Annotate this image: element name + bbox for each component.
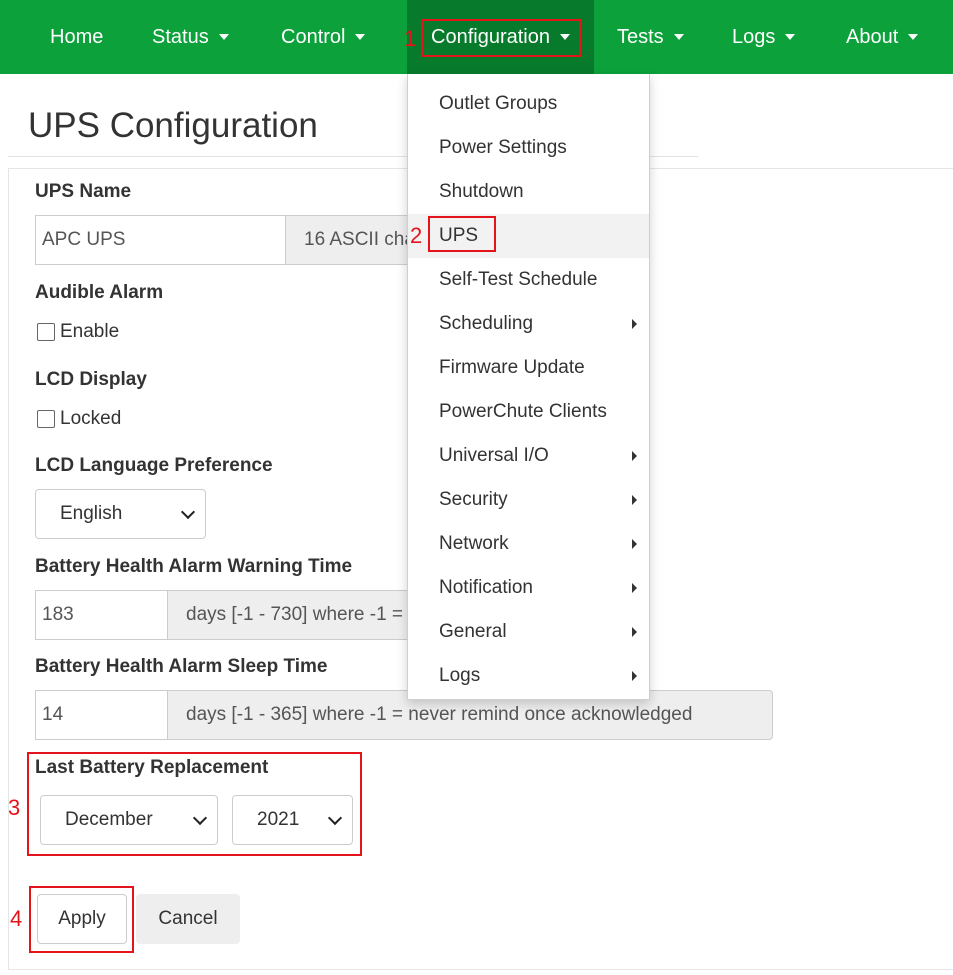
caret-down-icon xyxy=(355,34,366,40)
audible-alarm-checkbox[interactable]: Enable xyxy=(37,321,119,343)
warning-time-hint: days [-1 - 730] where -1 = never remind … xyxy=(167,590,410,640)
caret-right-icon xyxy=(632,627,637,637)
menu-item-label: Universal I/O xyxy=(439,445,549,466)
highlight-box-configuration xyxy=(421,19,581,57)
ups-name-hint: 16 ASCII characters max xyxy=(285,215,410,265)
caret-down-icon xyxy=(785,34,796,40)
apply-button[interactable]: Apply xyxy=(37,894,127,944)
lcd-locked-label: Locked xyxy=(60,408,122,429)
menu-item-label: Self-Test Schedule xyxy=(439,269,598,290)
caret-right-icon xyxy=(632,539,637,549)
chevron-down-icon xyxy=(192,810,208,826)
lcd-language-value: English xyxy=(60,503,123,524)
nav-control-label: Control xyxy=(281,25,346,48)
caret-down-icon xyxy=(218,34,229,40)
nav-home-label: Home xyxy=(50,25,104,48)
menu-item-label: Shutdown xyxy=(439,181,524,202)
cancel-button[interactable]: Cancel xyxy=(136,894,240,944)
menu-item-label: General xyxy=(439,621,507,642)
menu-item-shutdown[interactable]: Shutdown xyxy=(408,170,649,214)
annotation-2: 2 xyxy=(410,223,423,248)
menu-item-firmware-update[interactable]: Firmware Update xyxy=(408,346,649,390)
highlight-box-ups xyxy=(428,216,496,252)
last-replacement-label: Last Battery Replacement xyxy=(35,757,269,778)
ups-name-label: UPS Name xyxy=(35,181,132,202)
lcd-display-label: LCD Display xyxy=(35,369,147,390)
menu-item-scheduling[interactable]: Scheduling xyxy=(408,302,649,346)
audible-alarm-enable-label: Enable xyxy=(60,321,120,342)
menu-item-network[interactable]: Network xyxy=(408,522,649,566)
menu-item-label: Outlet Groups xyxy=(439,93,558,114)
annotation-4: 4 xyxy=(10,906,23,931)
menu-item-power-settings[interactable]: Power Settings xyxy=(408,126,649,170)
menu-item-label: Notification xyxy=(439,577,533,598)
warning-time-input[interactable]: 183 xyxy=(35,590,168,640)
nav-about-label: About xyxy=(846,25,899,48)
caret-right-icon xyxy=(632,451,637,461)
nav-tests-label: Tests xyxy=(617,25,664,48)
menu-item-self-test-schedule[interactable]: Self-Test Schedule xyxy=(408,258,649,302)
menu-item-label: Firmware Update xyxy=(439,357,585,378)
menu-item-label: Security xyxy=(439,489,508,510)
configuration-dropdown-menu: Outlet Groups Power Settings Shutdown UPS Se… xyxy=(407,74,650,700)
caret-right-icon xyxy=(632,671,637,681)
audible-alarm-label: Audible Alarm xyxy=(35,282,164,303)
sleep-time-label: Battery Health Alarm Sleep Time xyxy=(35,656,328,677)
menu-item-label: PowerChute Clients xyxy=(439,401,607,422)
caret-right-icon xyxy=(632,495,637,505)
replacement-year-select[interactable]: 2021 xyxy=(232,795,353,845)
menu-item-logs[interactable]: Logs xyxy=(408,654,649,698)
warning-time-label: Battery Health Alarm Warning Time xyxy=(35,556,353,577)
replacement-year-value: 2021 xyxy=(257,809,300,830)
replacement-month-select[interactable]: December xyxy=(40,795,218,845)
menu-item-powerchute-clients[interactable]: PowerChute Clients xyxy=(408,390,649,434)
menu-item-label: Network xyxy=(439,533,509,554)
menu-item-outlet-groups[interactable]: Outlet Groups xyxy=(408,82,649,126)
caret-right-icon xyxy=(632,319,637,329)
nav-control[interactable]: Control xyxy=(281,0,366,74)
caret-right-icon xyxy=(632,583,637,593)
lcd-locked-checkbox[interactable]: Locked xyxy=(37,408,121,430)
nav-about[interactable]: About xyxy=(846,0,919,74)
nav-status-label: Status xyxy=(152,25,209,48)
nav-status[interactable]: Status xyxy=(152,0,229,74)
caret-down-icon xyxy=(908,34,919,40)
lcd-language-label: LCD Language Preference xyxy=(35,455,273,476)
caret-down-icon xyxy=(673,34,684,40)
lcd-language-select[interactable]: English xyxy=(35,489,206,539)
annotation-1: 1 xyxy=(404,26,417,51)
nav-home[interactable]: Home xyxy=(50,0,103,74)
replacement-month-value: December xyxy=(65,809,153,830)
chevron-down-icon xyxy=(327,810,343,826)
menu-item-label: Power Settings xyxy=(439,137,567,158)
checkbox-icon[interactable] xyxy=(37,323,55,341)
checkbox-icon[interactable] xyxy=(37,410,55,428)
chevron-down-icon xyxy=(180,504,196,520)
annotation-3: 3 xyxy=(8,795,21,820)
nav-logs[interactable]: Logs xyxy=(732,0,796,74)
ups-name-input[interactable]: APC UPS xyxy=(35,215,286,265)
nav-logs-label: Logs xyxy=(732,25,776,48)
sleep-time-input[interactable]: 14 xyxy=(35,690,168,740)
menu-item-universal-i-o[interactable]: Universal I/O xyxy=(408,434,649,478)
nav-tests[interactable]: Tests xyxy=(617,0,684,74)
page-title: UPS Configuration xyxy=(28,106,318,145)
menu-item-general[interactable]: General xyxy=(408,610,649,654)
menu-item-notification[interactable]: Notification xyxy=(408,566,649,610)
menu-item-security[interactable]: Security xyxy=(408,478,649,522)
menu-item-label: Logs xyxy=(439,665,481,686)
menu-item-label: Scheduling xyxy=(439,313,534,334)
